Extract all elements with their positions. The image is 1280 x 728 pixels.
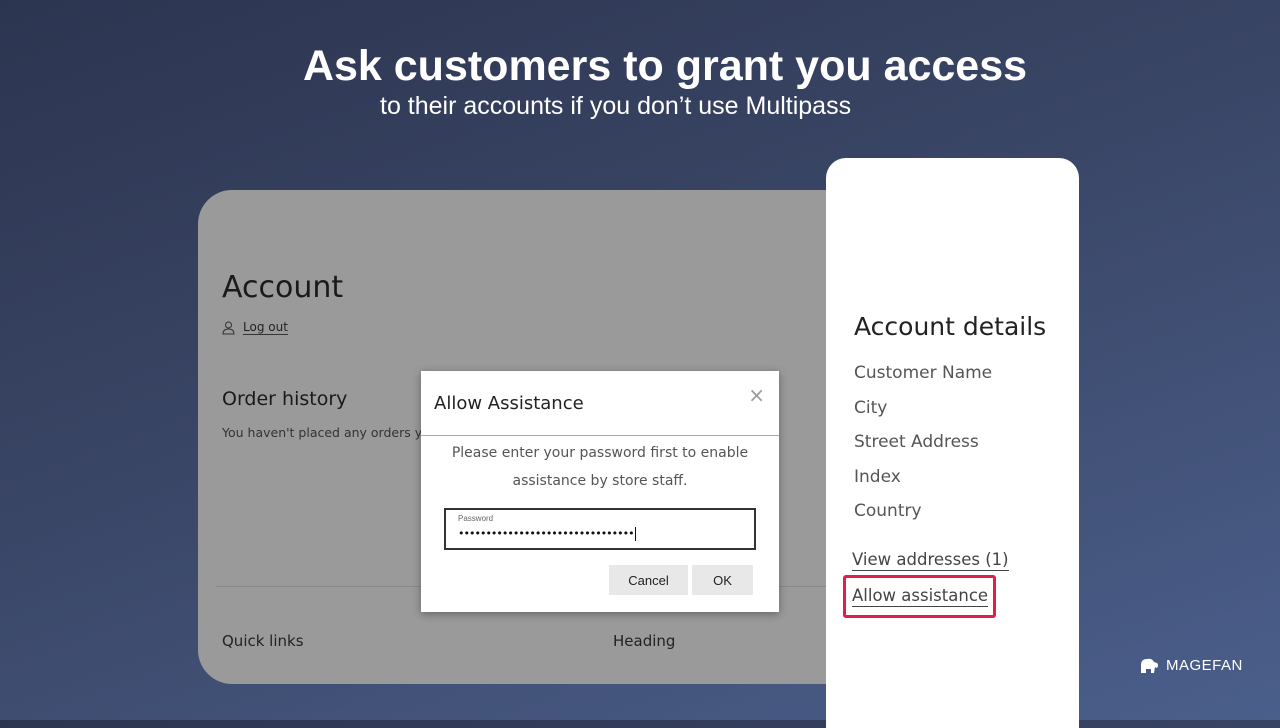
password-value: •••••••••••••••••••••••••••••••• (458, 527, 636, 541)
dialog-title: Allow Assistance (434, 393, 584, 414)
logout-link[interactable]: Log out (222, 320, 288, 335)
order-history-heading: Order history (222, 388, 348, 410)
ok-button[interactable]: OK (692, 565, 753, 595)
detail-item: Customer Name (854, 363, 993, 383)
view-addresses-link[interactable]: View addresses (1) (852, 550, 1009, 571)
close-icon[interactable]: × (748, 383, 765, 407)
logo-text: MAGEFAN (1166, 656, 1243, 674)
allow-assistance-dialog: Allow Assistance × Please enter your pas… (421, 371, 779, 612)
account-details-panel: Account details Customer Name City Stree… (826, 158, 1079, 728)
password-label: Password (458, 514, 494, 523)
detail-item: Country (854, 501, 922, 521)
user-icon (222, 321, 235, 334)
divider (421, 435, 779, 436)
no-orders-text: You haven't placed any orders yet. (222, 425, 422, 440)
page-title: Account (222, 270, 344, 305)
account-details-title: Account details (854, 312, 1047, 341)
magefan-logo: MAGEFAN (1138, 656, 1243, 674)
elephant-icon (1141, 658, 1158, 673)
dialog-message: Please enter your password first to enab… (451, 445, 749, 489)
detail-item: Index (854, 466, 901, 487)
quick-links-heading: Quick links (222, 632, 304, 650)
headline-subtitle: to their accounts if you don’t use Multi… (380, 92, 852, 120)
footer-heading: Heading (613, 632, 676, 650)
logout-label: Log out (243, 320, 288, 335)
cancel-button[interactable]: Cancel (609, 565, 688, 595)
detail-item: City (854, 397, 888, 418)
password-input[interactable]: Password •••••••••••••••••••••••••••••••… (444, 508, 756, 550)
detail-item: Street Address (854, 432, 979, 452)
highlight-box (843, 575, 996, 618)
headline-title: Ask customers to grant you access (302, 42, 1028, 90)
